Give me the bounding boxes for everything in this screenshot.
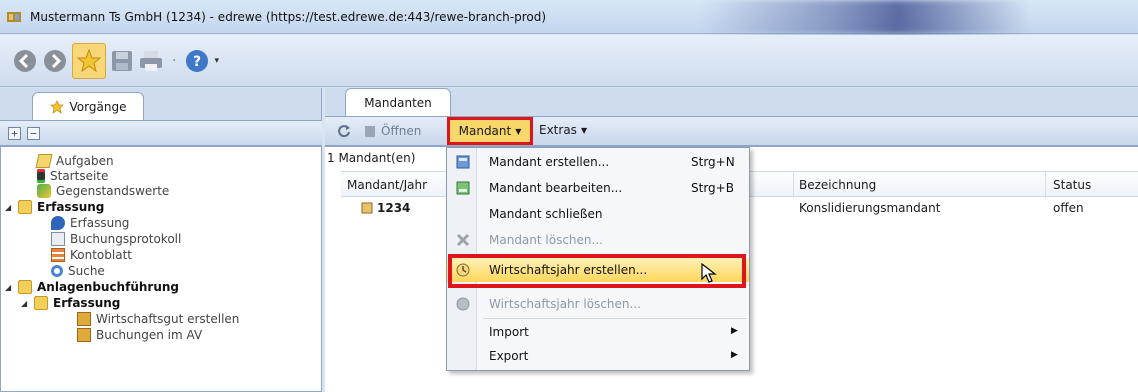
refresh-icon (338, 125, 350, 138)
mandant-icon (361, 202, 373, 214)
app-icon (7, 11, 21, 22)
collapse-arrow-icon: ◢ (5, 202, 12, 212)
menu-item-mandant-schliessen[interactable]: Mandant schließen (447, 202, 749, 226)
help-icon: ? (186, 49, 209, 72)
svg-text:?: ? (193, 54, 201, 70)
tree-item-suche[interactable]: Suche (51, 263, 105, 279)
print-button[interactable] (138, 43, 164, 79)
menu-item-mandant-erstellen[interactable]: Mandant erstellen... Strg+N (447, 150, 749, 174)
pen-icon (51, 216, 65, 230)
collapse-arrow-icon: ◢ (5, 282, 12, 292)
folder-icon (18, 200, 32, 214)
main-toolbar: · ? ▾ (0, 35, 1138, 87)
expand-all-button[interactable]: + (8, 126, 21, 140)
open-button[interactable]: Öffnen (359, 119, 425, 143)
tree-item-anlagenbuchfuehrung[interactable]: ◢ Anlagenbuchführung (5, 279, 179, 295)
column-header-bezeichnung[interactable]: Bezeichnung (799, 178, 876, 192)
window-title: Mustermann Ts GmbH (1234) - edrewe (http… (30, 9, 547, 24)
toolbar-separator: · (172, 52, 177, 69)
mouse-cursor-icon (701, 263, 717, 283)
extras-menu-button[interactable]: Extras ▼ (539, 123, 587, 137)
tree-item-gegenstandswerte[interactable]: Gegenstandswerte (37, 183, 169, 199)
year-delete-icon (456, 297, 470, 311)
mandant-menu-button[interactable]: Mandant ▼ (447, 117, 533, 145)
column-divider (793, 172, 794, 198)
save-button[interactable] (110, 43, 134, 79)
open-icon (365, 126, 375, 137)
tree-item-erfassung[interactable]: Erfassung (51, 215, 129, 231)
help-button[interactable]: ? (184, 43, 210, 79)
save-icon (112, 50, 132, 71)
folder-icon (34, 296, 48, 310)
menu-item-wirtschaftsjahr-loeschen[interactable]: Wirtschaftsjahr löschen... (447, 292, 749, 316)
forward-button[interactable] (42, 43, 68, 79)
title-blur (700, 0, 1030, 34)
cell-mandant: 1234 (361, 201, 410, 215)
tree-item-erfassung-group[interactable]: ◢ Erfassung (5, 199, 104, 215)
collapse-all-button[interactable]: − (27, 126, 40, 140)
folder-icon (18, 280, 32, 294)
tab-mandanten[interactable]: Mandanten (345, 88, 451, 116)
column-header-status[interactable]: Status (1053, 178, 1091, 192)
tab-vorgaenge[interactable]: Vorgänge (32, 92, 144, 120)
favorites-button[interactable] (72, 42, 106, 79)
cell-bezeichnung: Konslidierungsmandant (799, 201, 941, 215)
menu-separator (483, 254, 747, 255)
traffic-light-icon (37, 169, 45, 183)
tab-vorgaenge-label: Vorgänge (69, 99, 127, 114)
cell-status: offen (1053, 201, 1084, 215)
tree-item-buchungen-im-av[interactable]: Buchungen im AV (77, 327, 202, 343)
tree-item-startseite[interactable]: Startseite (37, 168, 108, 184)
favorites-star-icon (76, 48, 102, 72)
refresh-button[interactable] (333, 119, 355, 143)
menu-item-mandant-loeschen[interactable]: Mandant löschen... (447, 228, 749, 252)
chevron-down-icon: ▼ (580, 125, 588, 135)
submenu-arrow-icon: ▶ (731, 326, 738, 336)
asset-icon (77, 312, 91, 326)
tree-item-erfassung-anlagen[interactable]: ◢ Erfassung (21, 295, 120, 311)
tree-item-buchungsprotokoll[interactable]: Buchungsprotokoll (51, 231, 181, 247)
left-panel: Vorgänge + − Aufgaben Startseite Gegenst… (0, 88, 322, 392)
star-icon (49, 99, 64, 114)
back-icon (14, 49, 36, 72)
mandant-edit-icon (456, 181, 470, 195)
year-create-icon (456, 263, 470, 277)
print-icon (140, 50, 162, 71)
delete-icon (456, 233, 470, 247)
menu-item-export[interactable]: Export ▶ (447, 344, 749, 368)
mandant-create-icon (456, 155, 470, 169)
menu-item-import[interactable]: Import ▶ (447, 320, 749, 344)
forward-icon (44, 49, 66, 72)
values-icon (37, 184, 51, 198)
menu-item-mandant-bearbeiten[interactable]: Mandant bearbeiten... Strg+B (447, 176, 749, 200)
search-icon (51, 265, 63, 277)
tree-header: + − (0, 120, 322, 146)
column-header-mandant[interactable]: Mandant/Jahr (347, 178, 427, 192)
submenu-arrow-icon: ▶ (731, 350, 738, 360)
asset-booking-icon (77, 328, 91, 342)
back-button[interactable] (12, 43, 38, 79)
help-dropdown-arrow[interactable]: ▾ (214, 56, 219, 66)
protocol-icon (51, 232, 65, 246)
title-bar: Mustermann Ts GmbH (1234) - edrewe (http… (0, 0, 1138, 34)
mandant-dropdown-menu: Mandant erstellen... Strg+N Mandant bear… (446, 147, 750, 371)
sheet-icon (51, 248, 65, 262)
tree-item-aufgaben[interactable]: Aufgaben (35, 153, 114, 169)
column-divider (1045, 172, 1046, 198)
menu-separator (483, 318, 747, 319)
tree-item-kontoblatt[interactable]: Kontoblatt (51, 247, 132, 263)
tree-view: Aufgaben Startseite Gegenstandswerte ◢ E… (0, 146, 322, 392)
chevron-down-icon: ▼ (515, 126, 522, 136)
collapse-arrow-icon: ◢ (21, 298, 28, 308)
task-icon (35, 154, 53, 168)
tree-item-wirtschaftsgut-erstellen[interactable]: Wirtschaftsgut erstellen (77, 311, 239, 327)
grid-count: 1 Mandant(en) (327, 151, 416, 165)
